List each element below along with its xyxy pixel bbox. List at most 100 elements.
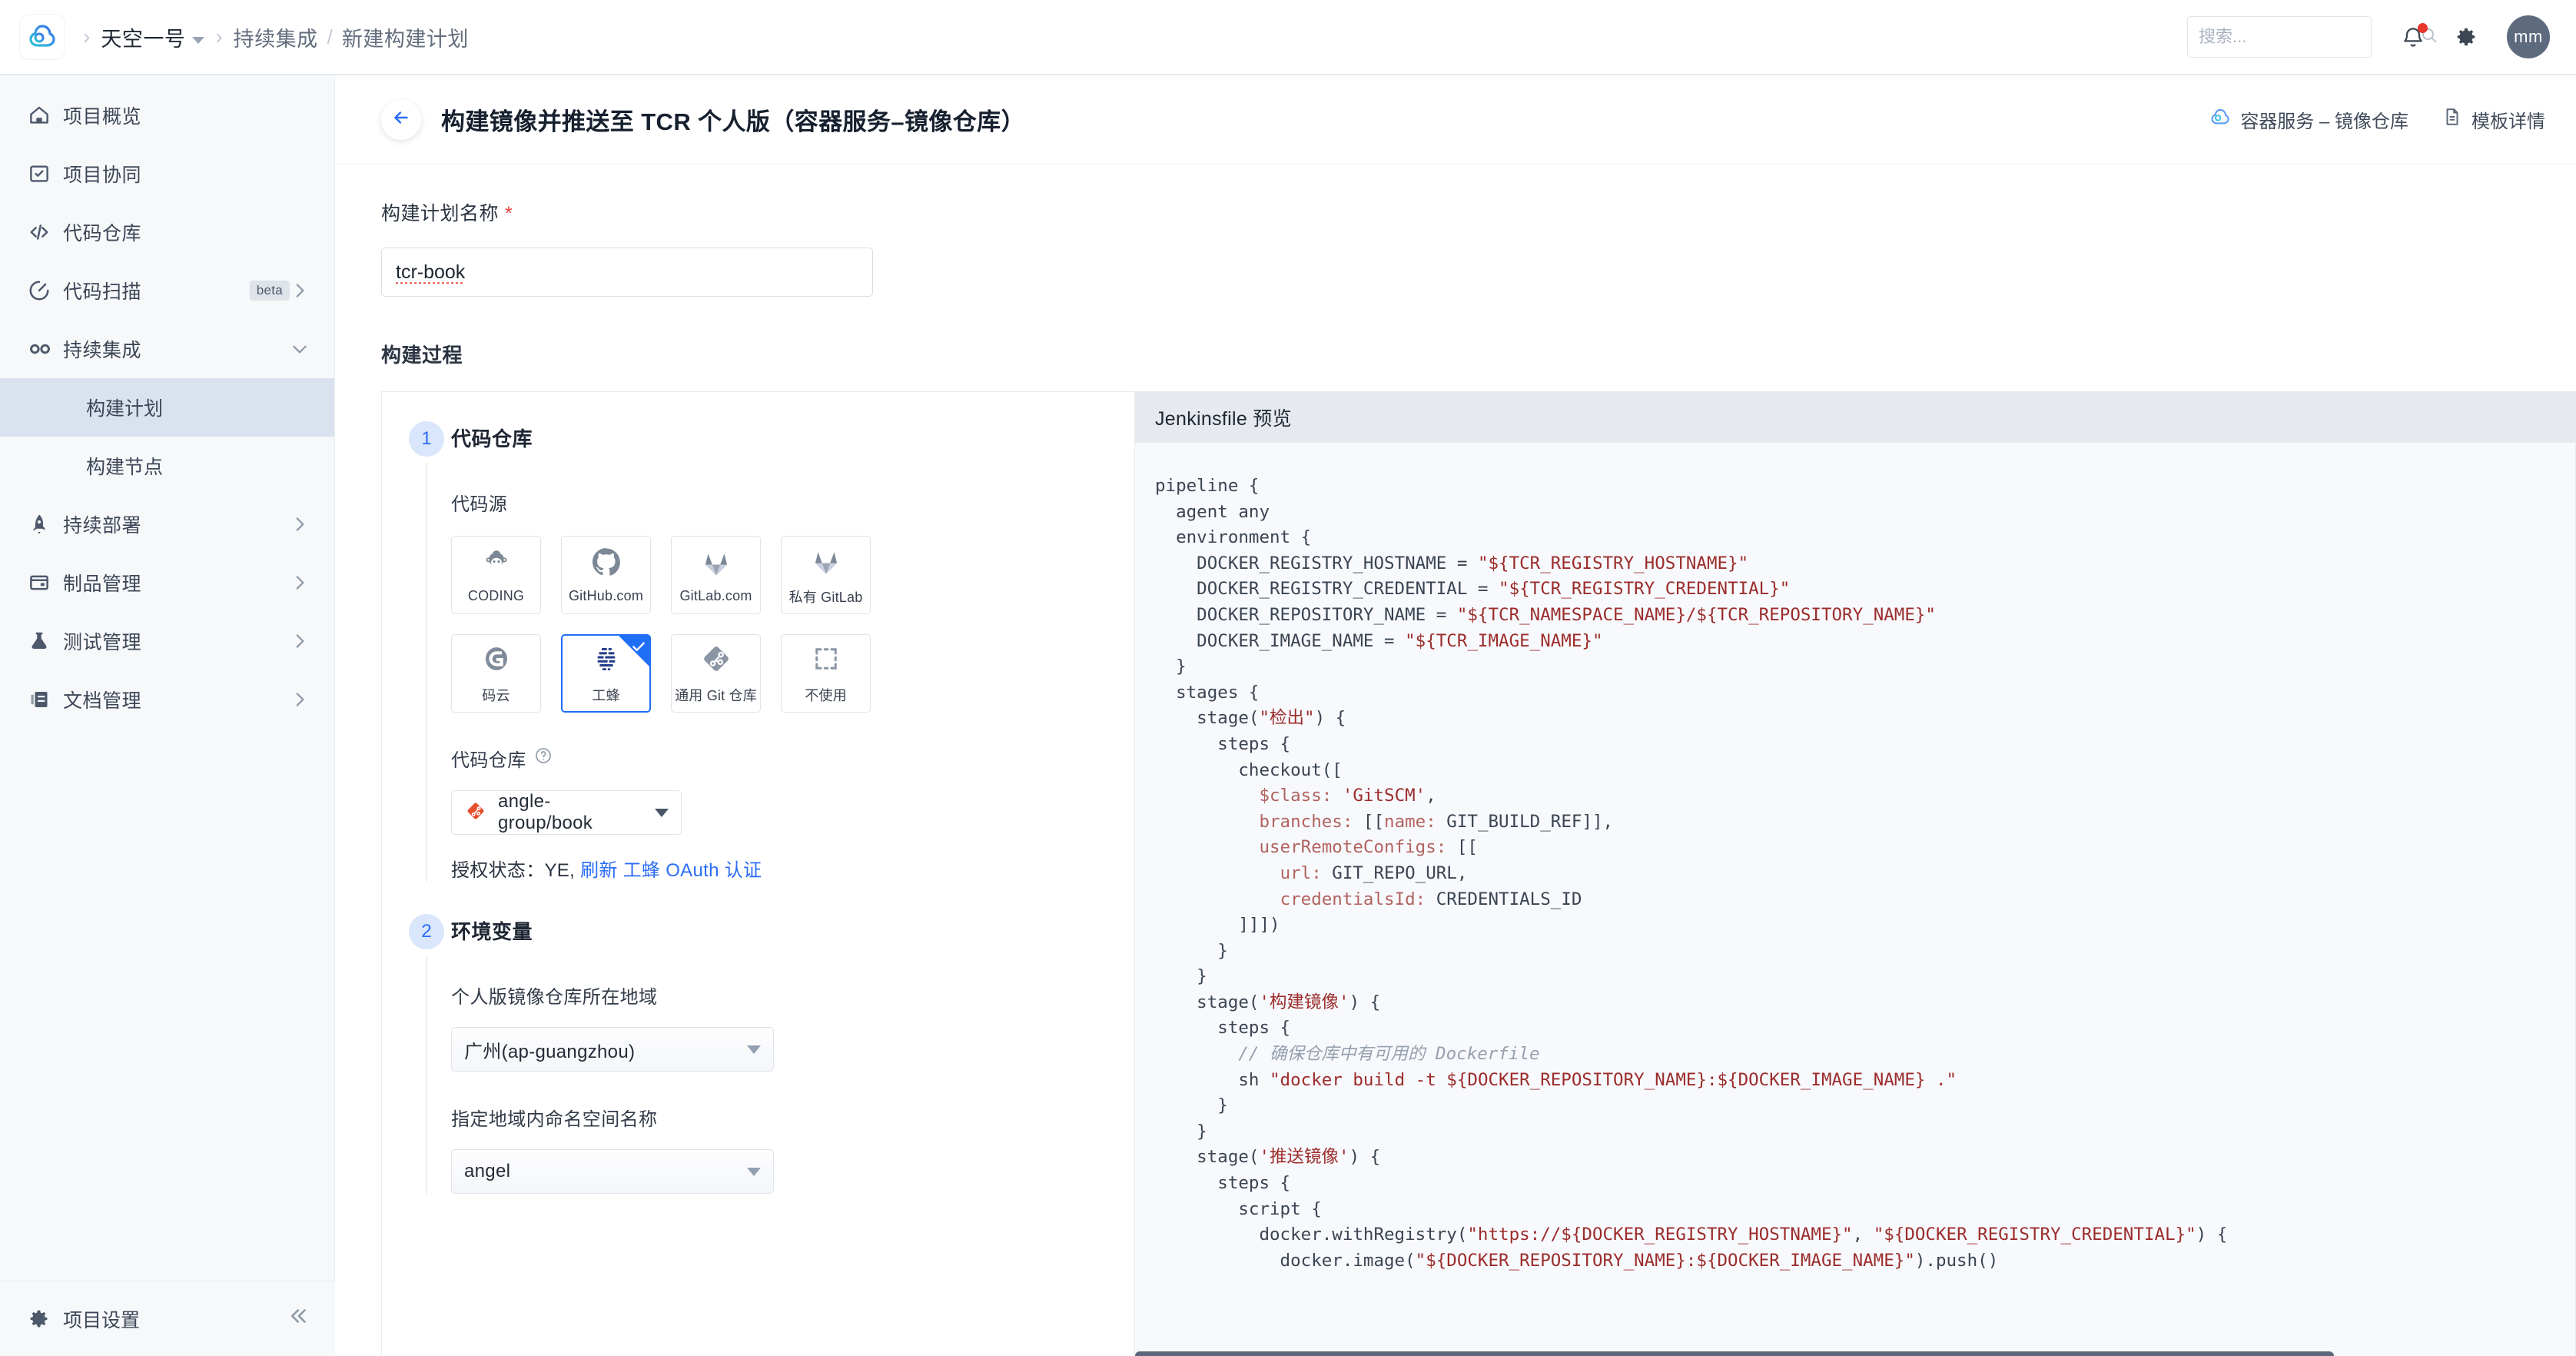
sidebar-item-build-node[interactable]: 构建节点 xyxy=(0,437,334,495)
auth-status-value: YE, xyxy=(544,860,576,881)
code-source-label: 代码源 xyxy=(451,494,508,515)
search-input[interactable] xyxy=(2199,27,2420,47)
breadcrumb-module[interactable]: 持续集成 xyxy=(234,22,318,52)
sidebar-item-label: 代码仓库 xyxy=(63,223,142,244)
chevron-down-icon[interactable] xyxy=(192,36,205,44)
link-template-detail[interactable]: 模板详情 xyxy=(2442,106,2545,133)
chevron-right-icon[interactable] xyxy=(290,573,310,593)
sidebar-item-label: 持续部署 xyxy=(63,515,142,537)
gitlab-icon xyxy=(810,544,842,580)
repo-select[interactable]: angle-group/book xyxy=(451,790,682,835)
sidebar-item-project-settings[interactable]: 项目设置 xyxy=(0,1281,335,1356)
chevron-down-icon[interactable] xyxy=(290,339,310,359)
code-line: } xyxy=(1155,656,1187,677)
avatar[interactable]: mm xyxy=(2507,15,2550,58)
code-line: docker.image("${DOCKER_REPOSITORY_NAME}:… xyxy=(1155,1250,1999,1271)
back-button[interactable] xyxy=(381,99,421,140)
namespace-label: 指定地域内命名空间名称 xyxy=(451,1109,658,1130)
chevron-right-icon[interactable] xyxy=(290,631,310,651)
code-line: DOCKER_REPOSITORY_NAME = "${TCR_NAMESPAC… xyxy=(1155,604,1936,625)
code-icon xyxy=(28,221,63,244)
region-select[interactable]: 广州(ap-guangzhou) xyxy=(451,1027,774,1072)
sidebar-item-project-overview[interactable]: 项目概览 xyxy=(0,86,334,145)
code-line: } xyxy=(1155,966,1207,987)
code-hscrollbar-thumb[interactable] xyxy=(1135,1351,2334,1356)
sidebar-item-code-repo[interactable]: 代码仓库 xyxy=(0,203,334,261)
namespace-select[interactable]: angel xyxy=(451,1149,774,1194)
source-card-github[interactable]: GitHub.com xyxy=(561,536,651,614)
sidebar-item-test-management[interactable]: 测试管理 xyxy=(0,612,334,670)
source-card-label: 通用 Git 仓库 xyxy=(675,687,757,703)
sidebar-item-label: 文档管理 xyxy=(63,690,142,712)
build-process-panels: 1 代码仓库 代码源 CODING GitHub.com GitLab.com … xyxy=(335,391,2576,1356)
chevron-down-icon[interactable] xyxy=(747,1045,761,1054)
step-2-rail: 2 xyxy=(402,914,451,1194)
chevron-down-icon[interactable] xyxy=(747,1167,761,1176)
rocket-icon xyxy=(28,513,63,536)
sidebar-item-build-plan[interactable]: 构建计划 xyxy=(0,378,334,437)
app-root: › 天空一号 › 持续集成 / 新建构建计划 搜索... mm 项目概览 项目协… xyxy=(0,0,2576,1356)
code-line: DOCKER_REGISTRY_HOSTNAME = "${TCR_REGIST… xyxy=(1155,553,1749,573)
notification-button[interactable] xyxy=(2401,23,2428,49)
sidebar-item-project-collab[interactable]: 项目协同 xyxy=(0,145,334,203)
jenkinsfile-code[interactable]: pipeline { agent any environment { DOCKE… xyxy=(1135,443,2575,1356)
source-card-none[interactable]: 不使用 xyxy=(781,634,871,713)
source-card-coding[interactable]: CODING xyxy=(451,536,541,614)
chevron-double-left-icon[interactable] xyxy=(287,1304,310,1333)
code-line: environment { xyxy=(1155,527,1312,548)
sidebar-item-label: 代码扫描 xyxy=(63,281,142,303)
step-1-title: 代码仓库 xyxy=(451,427,533,450)
plan-name-field[interactable] xyxy=(381,248,873,297)
plan-name-input[interactable] xyxy=(396,261,858,284)
code-line: userRemoteConfigs: [[ xyxy=(1259,837,1478,858)
git-icon xyxy=(700,643,732,679)
sidebar-item-continuous-deploy[interactable]: 持续部署 xyxy=(0,495,334,553)
dashed-box-icon xyxy=(810,643,842,679)
code-hscrollbar[interactable] xyxy=(1135,1351,2575,1356)
search-box[interactable] xyxy=(2187,16,2437,58)
code-line: script { xyxy=(1155,1198,1322,1219)
sidebar-item-code-scan[interactable]: 代码扫描 beta xyxy=(0,261,334,320)
code-line: ]]]) xyxy=(1155,915,1280,936)
breadcrumb-page: 新建构建计划 xyxy=(341,27,469,51)
step-2: 2 环境变量 个人版镜像仓库所在地域 广州(ap-guangzhou) 指定地域… xyxy=(382,882,1134,1194)
scan-icon xyxy=(28,279,63,302)
step-2-number: 2 xyxy=(409,914,444,949)
source-card-gitlab[interactable]: GitLab.com xyxy=(671,536,761,614)
notification-badge xyxy=(2418,23,2428,33)
auth-status: 授权状态：YE, 刷新 工蜂 OAuth 认证 xyxy=(451,855,1111,882)
sidebar-item-continuous-integration[interactable]: 持续集成 xyxy=(0,320,334,378)
chevron-right-icon[interactable] xyxy=(290,281,310,301)
code-line: stage('推送镜像') { xyxy=(1155,1147,1381,1168)
source-card-gitee[interactable]: 码云 xyxy=(451,634,541,713)
link-container-registry[interactable]: 容器服务 – 镜像仓库 xyxy=(2209,106,2408,133)
sidebar-settings-label: 项目设置 xyxy=(63,1309,141,1331)
settings-button[interactable] xyxy=(2455,25,2478,48)
source-card-private-gitlab[interactable]: 私有 GitLab xyxy=(781,536,871,614)
step-1-body: 代码仓库 代码源 CODING GitHub.com GitLab.com 私有… xyxy=(451,421,1134,882)
top-bar: › 天空一号 › 持续集成 / 新建构建计划 搜索... mm xyxy=(0,0,2576,75)
step-1: 1 代码仓库 代码源 CODING GitHub.com GitLab.com … xyxy=(382,392,1134,882)
breadcrumb-sep-1: › xyxy=(83,25,91,48)
code-line: // 确保仓库中有可用的 Dockerfile xyxy=(1238,1044,1540,1065)
breadcrumb-sep-2: › xyxy=(215,25,223,48)
refresh-oauth-link[interactable]: 刷新 工蜂 OAuth 认证 xyxy=(580,860,762,881)
form-body: 构建计划名称* 构建过程 1 代码仓库 xyxy=(335,165,2576,1356)
source-card-gongfeng[interactable]: 工蜂 xyxy=(561,634,651,713)
code-line: } xyxy=(1155,1095,1228,1116)
code-line: stage('构建镜像') { xyxy=(1155,992,1381,1012)
chevron-right-icon[interactable] xyxy=(290,514,310,534)
sidebar-subitem-label: 构建节点 xyxy=(86,457,164,478)
code-line: stage("检出") { xyxy=(1155,708,1346,729)
source-card-generic-git[interactable]: 通用 Git 仓库 xyxy=(671,634,761,713)
sidebar-item-artifact[interactable]: 制品管理 xyxy=(0,553,334,612)
breadcrumb-project[interactable]: 天空一号 xyxy=(101,22,205,52)
sidebar-item-doc-management[interactable]: 文档管理 xyxy=(0,670,334,729)
coding-cloud-logo-icon[interactable] xyxy=(20,15,65,59)
plan-name-label: 构建计划名称 * xyxy=(381,203,513,224)
git-diamond-icon xyxy=(464,799,487,826)
region-label: 个人版镜像仓库所在地域 xyxy=(451,987,658,1008)
chevron-right-icon[interactable] xyxy=(290,690,310,710)
question-circle-icon[interactable] xyxy=(534,746,553,770)
chevron-down-icon[interactable] xyxy=(655,808,669,817)
